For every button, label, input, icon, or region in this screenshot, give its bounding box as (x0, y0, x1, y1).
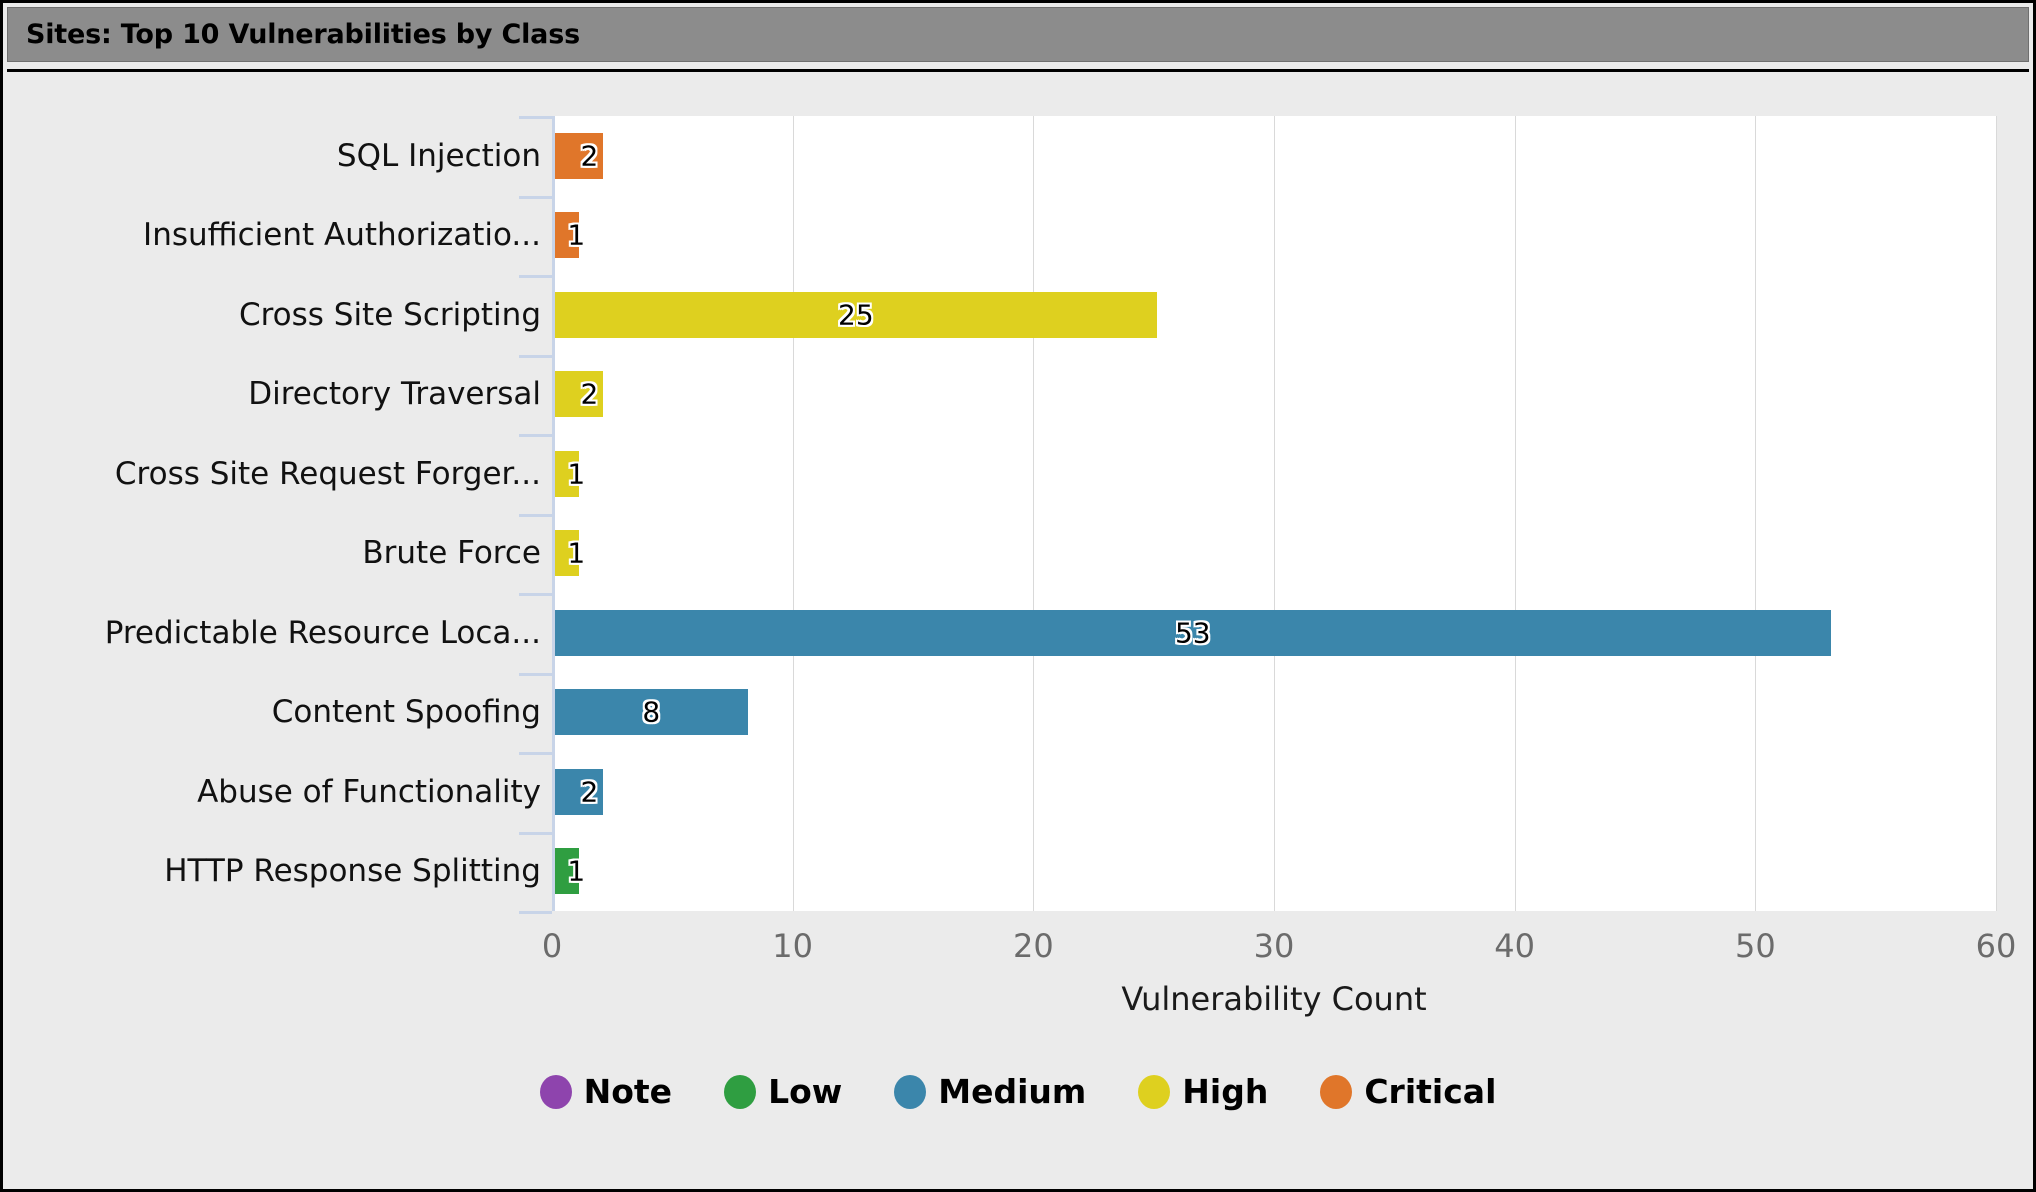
bar-value-label: 2 (580, 377, 599, 411)
y-axis-category-label: SQL Injection (336, 137, 541, 174)
legend-item-low[interactable]: Low (724, 1072, 842, 1111)
page-title: Sites: Top 10 Vulnerabilities by Class (26, 19, 580, 50)
bar-value-label: 25 (838, 298, 874, 332)
legend-label: Critical (1364, 1072, 1497, 1111)
legend-item-medium[interactable]: Medium (894, 1072, 1086, 1111)
bar-row[interactable]: Cross Site Scripting 25 (7, 275, 1996, 355)
bar-rows: SQL Injection 2 Insufficient Authorizatio.… (7, 116, 1996, 911)
x-tick-label: 20 (1012, 927, 1054, 965)
x-tick-label: 60 (1975, 927, 2017, 965)
y-axis-category-label: Insufficient Authorizatio... (143, 217, 541, 254)
chart-panel: Sites: Top 10 Vulnerabilities by Class S… (0, 0, 2036, 1192)
legend-swatch-icon (539, 1074, 572, 1109)
panel-title-bar: Sites: Top 10 Vulnerabilities by Class (7, 7, 2029, 62)
gridline (1996, 116, 1997, 911)
bar-row[interactable]: Cross Site Request Forger... 1 (7, 434, 1996, 514)
bar-row[interactable]: SQL Injection 2 (7, 116, 1996, 196)
legend-label: High (1182, 1072, 1269, 1111)
chart-legend: Note Low Medium High Critical (7, 1072, 2029, 1111)
y-axis-category-label: Predictable Resource Loca... (104, 614, 541, 651)
legend-swatch-icon (724, 1074, 757, 1109)
bar-row[interactable]: Predictable Resource Loca... 53 (7, 593, 1996, 673)
bar-value-label: 2 (580, 775, 599, 809)
y-axis-category-label: Abuse of Functionality (197, 773, 541, 810)
x-tick-label: 50 (1734, 927, 1776, 965)
legend-item-note[interactable]: Note (539, 1072, 673, 1111)
bar-value-label: 8 (642, 695, 661, 729)
legend-item-high[interactable]: High (1138, 1072, 1268, 1111)
bar-value-label: 2 (580, 139, 599, 173)
bar-row[interactable]: HTTP Response Splitting 1 (7, 832, 1996, 912)
bar-value-label: 1 (567, 536, 586, 570)
legend-swatch-icon (1320, 1074, 1353, 1109)
bar-value-label: 1 (567, 457, 586, 491)
y-axis-category-label: Directory Traversal (248, 376, 541, 413)
bar-value-label: 1 (567, 854, 586, 888)
bar-value-label: 1 (567, 218, 586, 252)
chart-area: SQL Injection 2 Insufficient Authorizatio.… (7, 69, 2029, 1187)
y-axis-category-label: Cross Site Scripting (238, 296, 541, 333)
y-axis-category-label: Cross Site Request Forger... (114, 455, 541, 492)
bar-row[interactable]: Brute Force 1 (7, 514, 1996, 594)
x-tick-label: 40 (1494, 927, 1536, 965)
bar-value-label: 53 (1174, 616, 1211, 650)
legend-swatch-icon (894, 1074, 927, 1109)
legend-swatch-icon (1138, 1074, 1171, 1109)
bar-row[interactable]: Directory Traversal 2 (7, 355, 1996, 435)
legend-label: Medium (938, 1072, 1087, 1111)
x-tick-label: 10 (772, 927, 814, 965)
y-axis-category-label: Content Spoofing (271, 694, 541, 731)
x-tick-label: 30 (1253, 927, 1295, 965)
legend-item-critical[interactable]: Critical (1320, 1072, 1496, 1111)
bar-row[interactable]: Abuse of Functionality 2 (7, 752, 1996, 832)
bar-row[interactable]: Content Spoofing 8 (7, 673, 1996, 753)
bar-row[interactable]: Insufficient Authorizatio... 1 (7, 196, 1996, 276)
legend-label: Note (583, 1072, 673, 1111)
y-axis-category-label: HTTP Response Splitting (164, 853, 541, 890)
x-axis-title: Vulnerability Count (1121, 980, 1427, 1018)
y-tick-mark (519, 911, 552, 914)
legend-label: Low (768, 1072, 843, 1111)
x-tick-label: 0 (541, 927, 563, 965)
y-axis-category-label: Brute Force (362, 535, 541, 572)
